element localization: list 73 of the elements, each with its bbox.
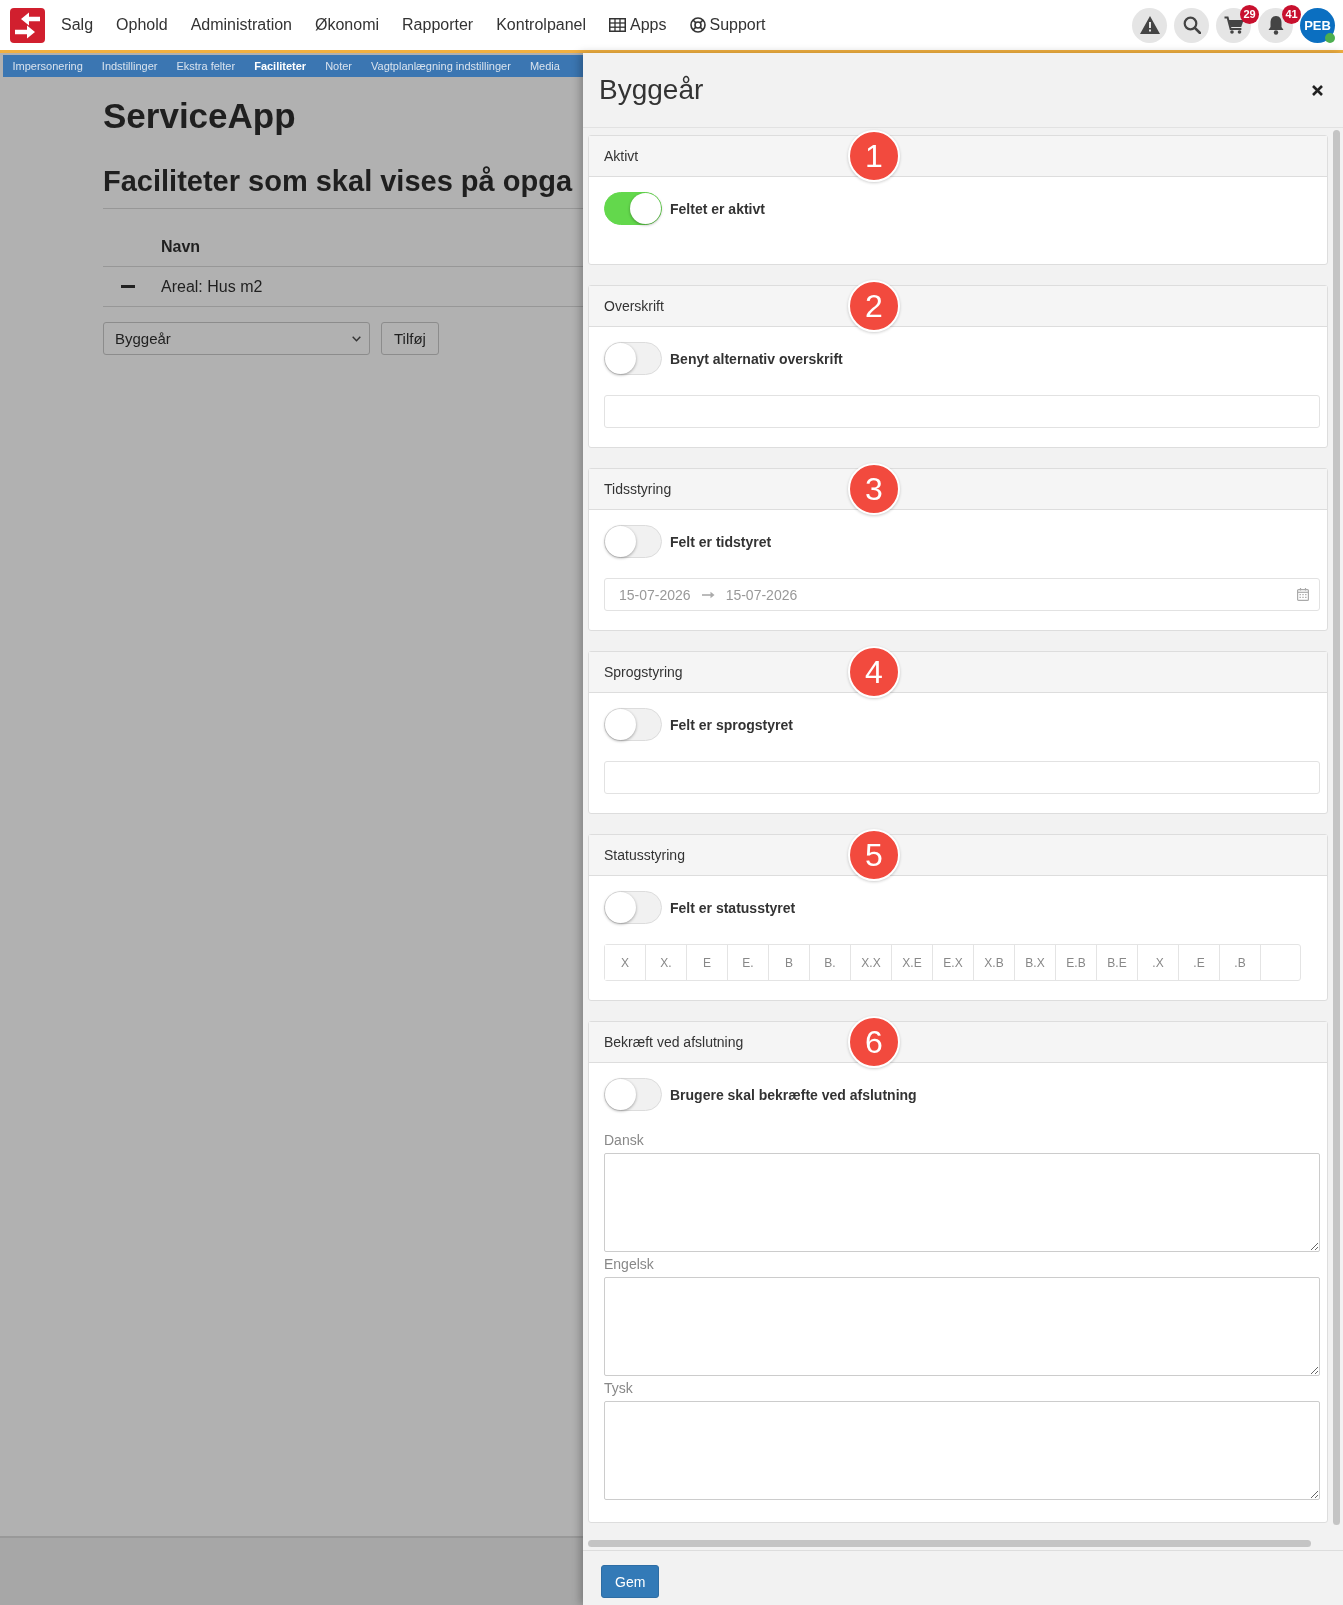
count-badge: 41 <box>1282 4 1301 24</box>
add-button[interactable]: Tilføj <box>381 322 439 355</box>
toggle-label: Felt er sprogstyret <box>670 716 793 733</box>
chevron-down-icon <box>352 335 361 342</box>
save-button[interactable]: Gem <box>601 1565 660 1598</box>
date-range-field[interactable]: 15-07-2026 15-07-2026 <box>604 578 1320 611</box>
end-date: 15-07-2026 <box>725 586 798 603</box>
status-option[interactable]: X <box>605 945 646 980</box>
step-marker: 4 <box>848 646 900 698</box>
close-icon <box>1312 84 1323 96</box>
toggle-switch[interactable] <box>604 1078 662 1111</box>
toggle-switch[interactable] <box>604 525 662 558</box>
toggle-label: Brugere skal bekræfte ved afslutning <box>670 1086 917 1103</box>
warning-icon <box>1139 16 1160 34</box>
user-avatar[interactable]: PEB <box>1300 7 1335 43</box>
nav-link[interactable]: Administration <box>190 16 292 34</box>
count-badge: 29 <box>1240 4 1259 24</box>
nav-link[interactable]: Kontrolpanel <box>496 16 587 34</box>
subnav-tab[interactable]: Faciliteter <box>244 55 316 77</box>
toggle-label: Felt er tidstyret <box>670 533 772 550</box>
field-label: Tysk <box>604 1379 634 1397</box>
horizontal-scrollbar[interactable] <box>588 1540 1311 1547</box>
text-area[interactable] <box>604 1401 1320 1500</box>
start-date: 15-07-2026 <box>619 586 691 603</box>
toggle-switch[interactable] <box>604 891 662 924</box>
step-marker: 6 <box>848 1016 900 1068</box>
dropdown[interactable]: Byggeår <box>103 322 370 355</box>
toggle-switch[interactable] <box>604 708 662 741</box>
minus-icon[interactable] <box>121 285 135 288</box>
cart-icon <box>1223 16 1244 34</box>
section-heading: Faciliteter som skal vises på opga <box>103 164 573 199</box>
logo-icon[interactable] <box>10 7 45 43</box>
subnav-tab[interactable]: Media <box>520 55 570 77</box>
grid-icon <box>609 18 627 32</box>
subnav-tab[interactable]: Vagtplanlægning indstillinger <box>361 55 521 77</box>
nav-link[interactable]: Økonomi <box>315 16 380 34</box>
subnav-tab[interactable]: Noter <box>315 55 362 77</box>
text-area[interactable] <box>604 1153 1320 1252</box>
subnav-tab[interactable]: Ekstra felter <box>166 55 245 77</box>
step-marker: 5 <box>848 829 900 881</box>
subnav-tab[interactable]: Indstillinger <box>92 55 167 77</box>
alert-button[interactable] <box>1132 7 1167 43</box>
step-marker: 3 <box>848 463 900 515</box>
text-area[interactable] <box>604 1277 1320 1376</box>
toggle-label: Felt er statusstyret <box>670 899 796 916</box>
nav-link[interactable]: Ophold <box>116 16 168 34</box>
toggle-label: Benyt alternativ overskrift <box>670 350 843 367</box>
nav-link[interactable]: Salg <box>61 16 94 34</box>
panel-title: Byggeår <box>599 74 704 106</box>
step-marker: 1 <box>848 130 900 182</box>
page-title: ServiceApp <box>103 95 297 137</box>
calendar-icon[interactable] <box>1297 588 1309 601</box>
search-icon <box>1182 16 1201 34</box>
field-label: Dansk <box>604 1131 645 1149</box>
nav-link[interactable]: Apps <box>609 16 667 34</box>
step-marker: 2 <box>848 280 900 332</box>
text-input[interactable] <box>604 761 1320 794</box>
vertical-scrollbar[interactable] <box>1333 130 1340 1525</box>
toggle-switch[interactable] <box>604 192 662 225</box>
nav-link[interactable]: Support <box>689 16 766 34</box>
column-header: Navn <box>161 238 201 256</box>
table-cell: Areal: Hus m2 <box>161 277 263 296</box>
subnav-tab[interactable]: Impersonering <box>3 55 93 77</box>
text-input[interactable] <box>604 395 1320 428</box>
toggle-switch[interactable] <box>604 342 662 375</box>
toggle-label: Feltet er aktivt <box>670 200 765 217</box>
lifebuoy-icon <box>689 17 706 33</box>
search-button[interactable] <box>1174 7 1209 43</box>
close-button[interactable] <box>1310 82 1325 98</box>
nav-link[interactable]: Rapporter <box>402 16 474 34</box>
bell-icon <box>1266 15 1285 35</box>
field-label: Engelsk <box>604 1255 655 1273</box>
arrow-right-icon <box>701 590 715 599</box>
